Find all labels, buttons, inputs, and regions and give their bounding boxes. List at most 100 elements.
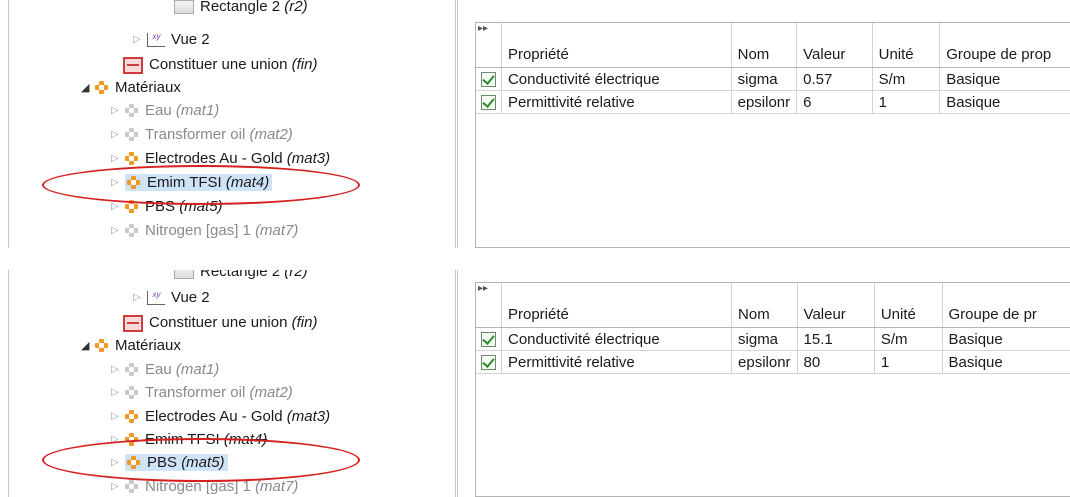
cell-value[interactable]: 0.57 <box>796 67 873 91</box>
expand-arrow-icon[interactable]: ▷ <box>111 124 125 146</box>
table-row[interactable]: Permittivité relative epsilonr 6 1 Basiq… <box>476 90 1070 114</box>
cell-name: sigma <box>731 67 798 91</box>
expand-arrow-icon[interactable]: ▷ <box>111 100 125 122</box>
material-icon <box>125 200 139 214</box>
tree-item-material-selected[interactable]: ▷ PBS (mat5) <box>111 452 228 474</box>
col-header-value[interactable]: Valeur <box>797 283 875 328</box>
expand-arrow-icon[interactable]: ▷ <box>111 406 125 428</box>
table-row[interactable]: Permittivité relative epsilonr 80 1 Basi… <box>476 350 1070 374</box>
tree-item-material[interactable]: ▷ Nitrogen [gas] 1 (mat7) <box>111 220 298 242</box>
checkmark-icon[interactable] <box>480 72 496 88</box>
expand-arrow-icon[interactable]: ▷ <box>111 172 125 194</box>
col-header-group[interactable]: Groupe de prop <box>939 23 1070 68</box>
view-xy-icon: xy <box>147 291 165 306</box>
panel-splitter[interactable] <box>455 0 458 248</box>
col-header-name[interactable]: Nom <box>731 23 798 68</box>
cell-unit[interactable]: 1 <box>872 90 941 114</box>
collapse-arrow-icon[interactable]: ◢ <box>81 335 95 357</box>
model-tree: Rectangle 2 (r2) ▷ xy Vue 2 Constituer une… <box>8 270 449 497</box>
expand-arrow-icon[interactable]: ▷ <box>111 452 125 474</box>
rectangle-icon <box>174 270 194 280</box>
expand-arrow-icon[interactable]: ▷ <box>111 476 125 497</box>
column-menu-icon[interactable]: ▸▸ <box>476 283 502 328</box>
union-icon <box>123 56 143 74</box>
tree-item-material[interactable]: ▷ Emim TFSI (mat4) <box>111 429 267 451</box>
tree-item-view[interactable]: ▷ xy Vue 2 <box>133 29 210 51</box>
tree-item-material[interactable]: ▷ PBS (mat5) <box>111 196 223 218</box>
col-header-property[interactable]: Propriété <box>501 23 732 68</box>
col-header-unit[interactable]: Unité <box>874 283 943 328</box>
expand-arrow-icon[interactable]: ▷ <box>133 287 147 309</box>
column-menu-icon[interactable]: ▸▸ <box>476 23 502 68</box>
rectangle-icon <box>174 0 194 15</box>
table-header-row: ▸▸ Propriété Nom Valeur Unité Groupe de … <box>476 23 1070 68</box>
cell-group: Basique <box>942 350 1070 374</box>
expand-arrow-icon[interactable]: ▷ <box>111 359 125 381</box>
material-icon <box>127 176 141 190</box>
tree-item-rectangle[interactable]: Rectangle 2 (r2) <box>174 270 308 283</box>
cell-property: Conductivité électrique <box>501 327 733 351</box>
col-header-property[interactable]: Propriété <box>501 283 733 328</box>
tree-item-rectangle[interactable]: Rectangle 2 (r2) <box>174 0 308 18</box>
tree-item-materials[interactable]: ◢ Matériaux <box>81 77 181 99</box>
cell-group: Basique <box>939 67 1070 91</box>
tree-item-material[interactable]: ▷ Eau (mat1) <box>111 359 219 381</box>
table-row[interactable]: Conductivité électrique sigma 15.1 S/m B… <box>476 327 1070 351</box>
tree-item-material[interactable]: ▷ Electrodes Au - Gold (mat3) <box>111 406 330 428</box>
material-icon <box>125 386 139 400</box>
cell-property: Permittivité relative <box>501 90 732 114</box>
tree-item-material[interactable]: ▷ Transformer oil (mat2) <box>111 124 293 146</box>
expand-arrow-icon[interactable]: ▷ <box>111 382 125 404</box>
material-icon <box>125 433 139 447</box>
col-header-group[interactable]: Groupe de pr <box>942 283 1070 328</box>
expand-arrow-icon[interactable]: ▷ <box>111 220 125 242</box>
material-properties-table: ▸▸ Propriété Nom Valeur Unité Groupe de … <box>475 282 1070 497</box>
table-header-row: ▸▸ Propriété Nom Valeur Unité Groupe de … <box>476 283 1070 328</box>
top-panel: Rectangle 2 (r2) ▷ xy Vue 2 Constituer une… <box>0 0 1070 248</box>
material-icon <box>125 363 139 377</box>
checkmark-icon[interactable] <box>480 355 496 371</box>
cell-property: Permittivité relative <box>501 350 733 374</box>
cell-value[interactable]: 80 <box>797 350 875 374</box>
tree-item-union[interactable]: Constituer une union (fin) <box>123 54 317 76</box>
expand-arrow-icon[interactable]: ▷ <box>111 148 125 170</box>
cell-unit[interactable]: 1 <box>874 350 943 374</box>
cell-group: Basique <box>942 327 1070 351</box>
collapse-arrow-icon[interactable]: ◢ <box>81 77 95 99</box>
cell-property: Conductivité électrique <box>501 67 732 91</box>
material-icon <box>125 224 139 238</box>
expand-arrow-icon[interactable]: ▷ <box>111 429 125 451</box>
cell-name: sigma <box>731 327 798 351</box>
tree-item-material[interactable]: ▷ Transformer oil (mat2) <box>111 382 293 404</box>
material-icon <box>125 152 139 166</box>
expand-arrow-icon[interactable]: ▷ <box>111 196 125 218</box>
materials-icon <box>95 81 109 95</box>
tree-item-material[interactable]: ▷ Electrodes Au - Gold (mat3) <box>111 148 330 170</box>
material-properties-table: ▸▸ Propriété Nom Valeur Unité Groupe de … <box>475 22 1070 248</box>
expand-arrow-icon[interactable]: ▷ <box>133 29 147 51</box>
tree-item-union[interactable]: Constituer une union (fin) <box>123 312 317 334</box>
material-icon <box>127 456 141 470</box>
cell-unit[interactable]: S/m <box>872 67 941 91</box>
cell-value[interactable]: 6 <box>796 90 873 114</box>
panel-splitter[interactable] <box>455 270 458 497</box>
tree-item-view[interactable]: ▷ xy Vue 2 <box>133 287 210 309</box>
table-row[interactable]: Conductivité électrique sigma 0.57 S/m B… <box>476 67 1070 91</box>
tree-item-material-selected[interactable]: ▷ Emim TFSI (mat4) <box>111 172 273 194</box>
material-icon <box>125 128 139 142</box>
cell-unit[interactable]: S/m <box>874 327 943 351</box>
view-xy-icon: xy <box>147 33 165 48</box>
checkmark-icon[interactable] <box>480 332 496 348</box>
bottom-panel: Rectangle 2 (r2) ▷ xy Vue 2 Constituer une… <box>0 270 1070 497</box>
tree-item-material[interactable]: ▷ Nitrogen [gas] 1 (mat7) <box>111 476 298 497</box>
col-header-name[interactable]: Nom <box>731 283 798 328</box>
col-header-unit[interactable]: Unité <box>872 23 941 68</box>
col-header-value[interactable]: Valeur <box>796 23 873 68</box>
material-icon <box>125 480 139 494</box>
tree-item-materials[interactable]: ◢ Matériaux <box>81 335 181 357</box>
union-icon <box>123 314 143 332</box>
checkmark-icon[interactable] <box>480 95 496 111</box>
cell-value[interactable]: 15.1 <box>797 327 875 351</box>
cell-name: epsilonr <box>731 350 798 374</box>
tree-item-material[interactable]: ▷ Eau (mat1) <box>111 100 219 122</box>
